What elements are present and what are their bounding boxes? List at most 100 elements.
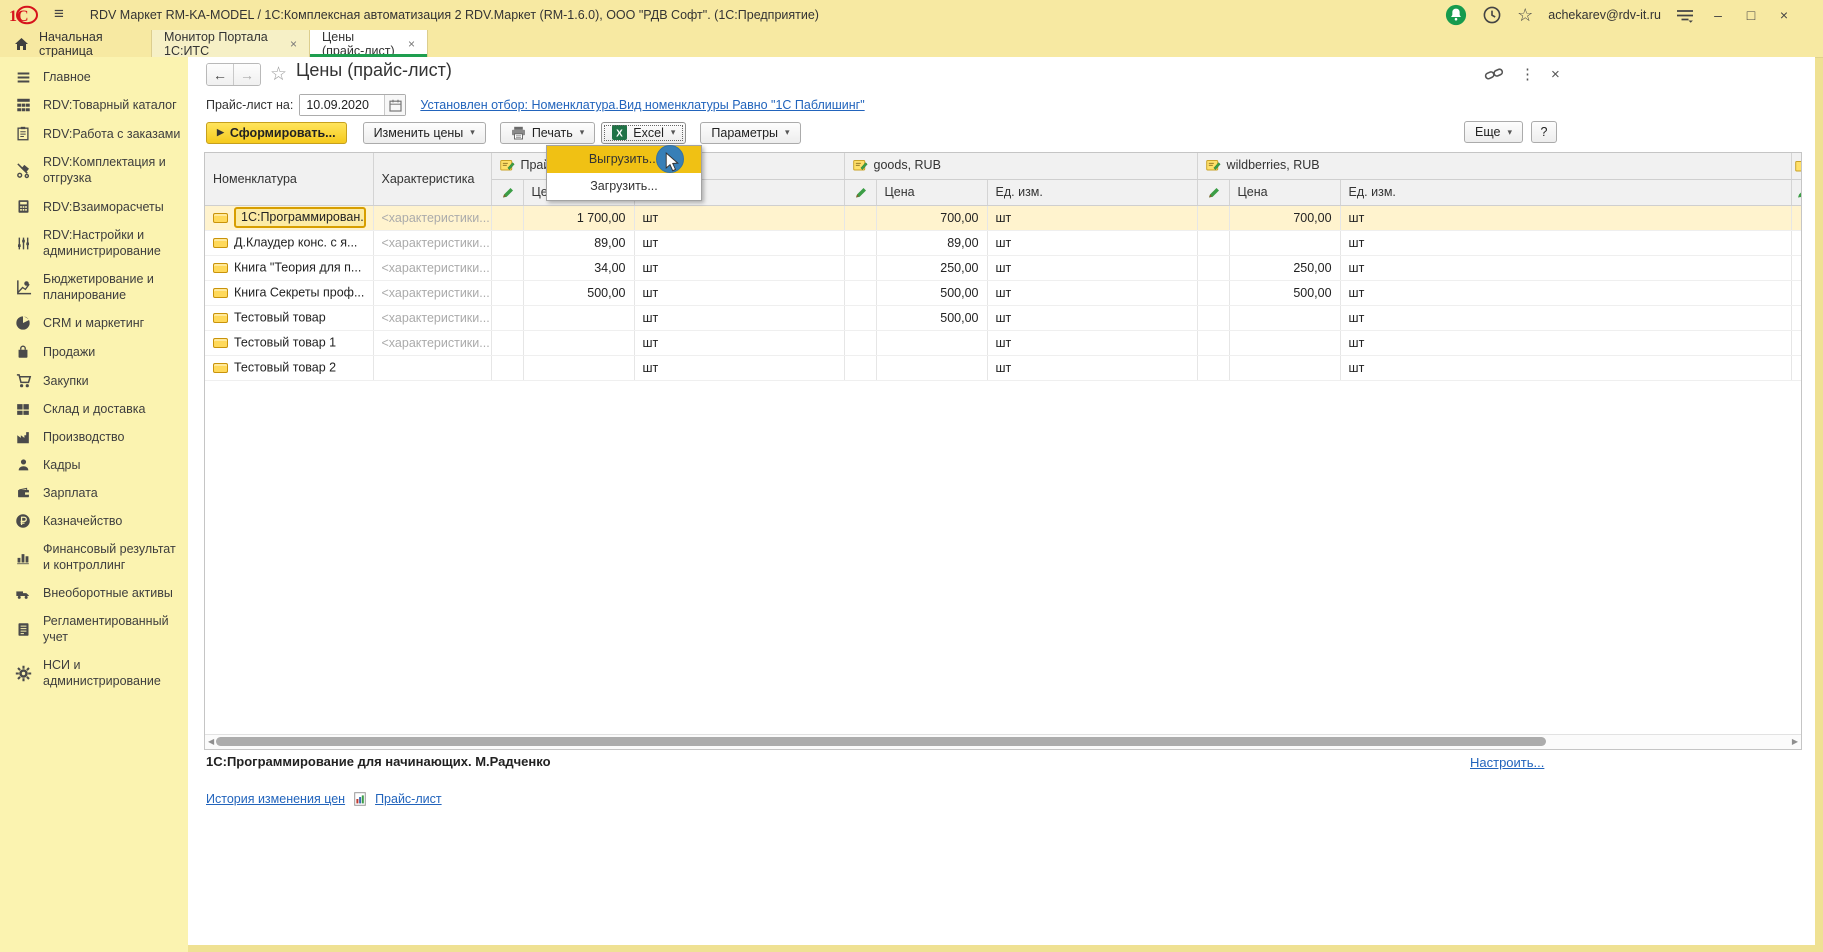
catalog-grid-icon	[12, 97, 34, 113]
pricelist-date-input[interactable]	[300, 95, 384, 115]
col-header-unit[interactable]: Ед. изм.	[1340, 179, 1791, 205]
generate-button[interactable]: ▶ Сформировать...	[206, 122, 347, 144]
tab-close-icon[interactable]: ×	[408, 37, 415, 51]
filter-link[interactable]: Установлен отбор: Номенклатура.Вид номен…	[420, 98, 864, 112]
table-row[interactable]: Тестовый товар 1 <характеристики... шт ш…	[205, 330, 1802, 355]
table-row[interactable]: Тестовый товар 2 шт шт шт	[205, 355, 1802, 380]
group-header-clipped	[1791, 153, 1802, 179]
user-email[interactable]: achekarev@rdv-it.ru	[1548, 8, 1661, 22]
sidebar-item-nsi-administration[interactable]: НСИ и администрирование	[0, 651, 188, 695]
selected-cell[interactable]: 1С:Программирован...	[234, 207, 366, 228]
forward-button[interactable]: →	[233, 64, 260, 85]
sidebar-item-fixed-assets[interactable]: Внеоборотные активы	[0, 579, 188, 607]
orders-doc-icon	[12, 125, 34, 142]
home-icon	[14, 37, 29, 51]
tab-home[interactable]: Начальная страница	[0, 30, 152, 57]
sidebar-item-sales[interactable]: Продажи	[0, 337, 188, 366]
get-link-icon[interactable]	[1484, 66, 1504, 82]
sidebar-item-salary[interactable]: Зарплата	[0, 479, 188, 507]
pricelist-report-link[interactable]: Прайс-лист	[375, 792, 442, 806]
col-header-nomenclature[interactable]: Номенклатура	[205, 153, 373, 205]
planning-chart-icon	[12, 279, 34, 296]
shopping-bag-icon	[12, 343, 34, 360]
excel-dropdown-menu: Выгрузить... Загрузить...	[546, 145, 702, 201]
sidebar-item-crm[interactable]: CRM и маркетинг	[0, 309, 188, 337]
person-icon	[12, 457, 34, 473]
scrollbar-thumb[interactable]	[216, 737, 1546, 746]
excel-icon: X	[612, 125, 627, 140]
horizontal-scrollbar[interactable]: ◀ ▶	[205, 734, 1801, 749]
svg-text:X: X	[616, 129, 623, 140]
nomenclature-item-icon	[213, 338, 228, 348]
chevron-down-icon: ▾	[1507, 127, 1512, 138]
nomenclature-item-icon	[213, 313, 228, 323]
wallet-icon	[12, 486, 34, 500]
change-prices-button[interactable]: Изменить цены▾	[363, 122, 486, 144]
sidebar-item-financial-result[interactable]: Финансовый результат и контроллинг	[0, 535, 188, 579]
sidebar-item-main[interactable]: Главное	[0, 63, 188, 91]
notifications-bell-icon[interactable]	[1445, 4, 1467, 26]
back-button[interactable]: ←	[207, 64, 233, 85]
table-row[interactable]: Книга Секреты проф... <характеристики...…	[205, 280, 1802, 305]
table-row[interactable]: Д.Клаудер конс. с я... <характеристики..…	[205, 230, 1802, 255]
sidebar-item-orders[interactable]: RDV:Работа с заказами	[0, 119, 188, 148]
tab-label: Начальная страница	[39, 30, 139, 58]
group-header-wildberries[interactable]: wildberries, RUB	[1197, 153, 1791, 179]
group-header-goods[interactable]: goods, RUB	[844, 153, 1197, 179]
main-hamburger-icon[interactable]: ≡	[54, 4, 64, 24]
sidebar-item-picking-shipping[interactable]: RDV:Комплектация и отгрузка	[0, 148, 188, 192]
assets-truck-icon	[12, 586, 34, 601]
close-form-icon[interactable]: ×	[1551, 66, 1560, 83]
sidebar-item-hr[interactable]: Кадры	[0, 451, 188, 479]
table-row[interactable]: Тестовый товар <характеристики... шт 500…	[205, 305, 1802, 330]
tab-prices-active[interactable]: Цены (прайс-лист) ×	[310, 30, 428, 57]
history-icon[interactable]	[1482, 5, 1502, 25]
chevron-down-icon: ▾	[580, 127, 585, 138]
table-row[interactable]: Книга "Теория для п... <характеристики..…	[205, 255, 1802, 280]
app-title: RDV Маркет RM-KA-MODEL / 1С:Комплексная …	[90, 8, 819, 22]
menu-item-export[interactable]: Выгрузить...	[547, 146, 701, 173]
sidebar-item-regulated-accounting[interactable]: Регламентированный учет	[0, 607, 188, 651]
help-button[interactable]: ?	[1531, 121, 1557, 143]
excel-button[interactable]: X Excel▾	[601, 122, 686, 144]
edit-pencil-icon-clipped	[1791, 179, 1802, 205]
factory-icon	[12, 429, 34, 445]
sidebar-item-budgeting[interactable]: Бюджетирование и планирование	[0, 265, 188, 309]
scroll-right-icon[interactable]: ▶	[1792, 737, 1798, 746]
service-menu-icon[interactable]	[1676, 7, 1694, 23]
maximize-button[interactable]: □	[1742, 7, 1760, 23]
pie-chart-icon	[12, 315, 34, 331]
close-window-button[interactable]: ×	[1775, 7, 1793, 23]
edit-pencil-icon	[491, 179, 523, 205]
parameters-button[interactable]: Параметры▾	[700, 122, 800, 144]
sidebar-item-treasury[interactable]: Казначейство	[0, 507, 188, 535]
minimize-button[interactable]: –	[1709, 7, 1727, 23]
favorites-star-icon[interactable]: ☆	[1517, 6, 1533, 24]
sidebar-item-production[interactable]: Производство	[0, 423, 188, 451]
col-header-price[interactable]: Цена	[876, 179, 987, 205]
tab-portal-monitor[interactable]: Монитор Портала 1С:ИТС ×	[152, 30, 310, 57]
calendar-icon[interactable]	[384, 95, 405, 115]
sidebar-item-purchases[interactable]: Закупки	[0, 366, 188, 395]
table-row[interactable]: 1С:Программирован... <характеристики... …	[205, 205, 1802, 230]
col-header-unit[interactable]: Ед. изм.	[987, 179, 1197, 205]
more-button[interactable]: Еще▾	[1464, 121, 1523, 143]
sidebar-item-product-catalog[interactable]: RDV:Товарный каталог	[0, 91, 188, 119]
warehouse-grid-icon	[12, 402, 34, 417]
col-header-price[interactable]: Цена	[1229, 179, 1340, 205]
print-button[interactable]: Печать▾	[500, 122, 595, 144]
add-favorite-star-icon[interactable]: ☆	[270, 63, 287, 86]
play-icon: ▶	[217, 127, 224, 138]
price-tag-icon	[500, 159, 515, 171]
menu-item-import[interactable]: Загрузить...	[547, 173, 701, 200]
col-header-characteristic[interactable]: Характеристика	[373, 153, 491, 205]
sidebar-item-settlements[interactable]: RDV:Взаиморасчеты	[0, 192, 188, 221]
sidebar-item-rdv-settings[interactable]: RDV:Настройки и администрирование	[0, 221, 188, 265]
ruble-coin-icon	[12, 513, 34, 529]
sidebar-item-warehouse[interactable]: Склад и доставка	[0, 395, 188, 423]
tab-close-icon[interactable]: ×	[290, 37, 297, 51]
price-history-link[interactable]: История изменения цен	[206, 792, 345, 806]
more-dots-icon[interactable]: ⋮	[1520, 65, 1535, 83]
configure-link[interactable]: Настроить...	[1470, 755, 1544, 770]
scroll-left-icon[interactable]: ◀	[208, 737, 214, 746]
